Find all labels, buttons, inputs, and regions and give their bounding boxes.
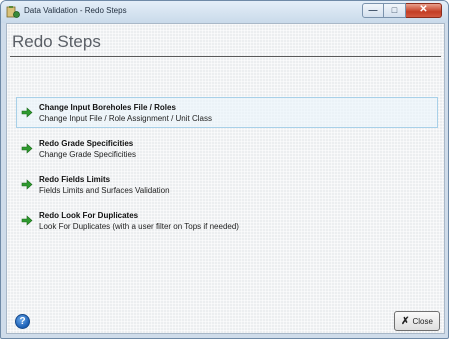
close-button-label: Close (412, 316, 433, 326)
step-title: Change Input Boreholes File / Roles (39, 103, 176, 112)
client-area: Redo Steps Change Input Boreholes File /… (6, 23, 445, 334)
step-subtitle: Change Grade Specificities (39, 150, 136, 159)
minimize-button[interactable]: — (362, 3, 384, 18)
step-title: Redo Fields Limits (39, 175, 111, 184)
step-subtitle: Fields Limits and Surfaces Validation (39, 186, 170, 195)
app-icon (6, 5, 20, 19)
steps-list: Change Input Boreholes File / Roles Chan… (16, 97, 438, 241)
arrow-right-icon (21, 214, 34, 227)
step-title: Redo Look For Duplicates (39, 211, 139, 220)
title-divider (10, 56, 441, 57)
window-title: Data Validation - Redo Steps (24, 6, 127, 15)
page-title: Redo Steps (12, 32, 101, 51)
step-redo-fields-limits[interactable]: Redo Fields Limits Fields Limits and Sur… (16, 169, 438, 200)
step-change-input-boreholes[interactable]: Change Input Boreholes File / Roles Chan… (16, 97, 438, 128)
arrow-right-icon (21, 142, 34, 155)
window-controls: — □ ✕ (362, 3, 442, 19)
maximize-icon: □ (391, 5, 398, 15)
close-button[interactable]: ✗ Close (394, 311, 440, 331)
close-icon: ✕ (419, 4, 428, 15)
close-window-button[interactable]: ✕ (406, 3, 442, 18)
title-bar[interactable]: Data Validation - Redo Steps — □ ✕ (1, 1, 448, 23)
maximize-button[interactable]: □ (384, 3, 406, 18)
dialog-window: Data Validation - Redo Steps — □ ✕ Redo … (0, 0, 449, 339)
step-subtitle: Change Input File / Role Assignment / Un… (39, 114, 212, 123)
arrow-right-icon (21, 178, 34, 191)
arrow-right-icon (21, 106, 34, 119)
minimize-icon: — (368, 5, 378, 15)
close-x-icon: ✗ (401, 315, 410, 327)
step-title: Redo Grade Specificities (39, 139, 134, 148)
step-redo-look-for-duplicates[interactable]: Redo Look For Duplicates Look For Duplic… (16, 205, 438, 236)
help-icon[interactable]: ? (15, 314, 30, 329)
step-subtitle: Look For Duplicates (with a user filter … (39, 222, 239, 231)
step-redo-grade-specificities[interactable]: Redo Grade Specificities Change Grade Sp… (16, 133, 438, 164)
